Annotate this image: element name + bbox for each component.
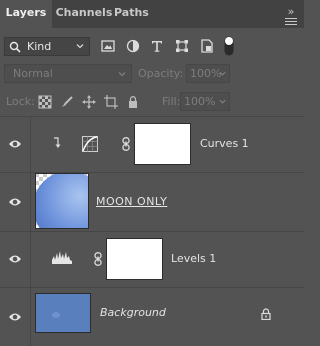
visibility-toggle[interactable] — [0, 173, 31, 231]
fill-value: 100% — [184, 95, 216, 108]
layer-mask-thumbnail[interactable] — [134, 123, 191, 165]
blend-mode-select[interactable]: Normal — [4, 64, 132, 83]
panel-tab-bar: Layers Channels Paths » — [0, 0, 304, 28]
lock-transparent-pixels-icon[interactable] — [38, 95, 52, 109]
layers-list: Curves 1 MOON ONLY Levels 1 Background — [0, 116, 304, 346]
adjustment-filter-icon[interactable] — [126, 39, 140, 53]
visibility-toggle[interactable] — [0, 117, 31, 172]
clipping-mask-arrow-icon — [54, 137, 61, 148]
curves-adjustment-icon — [82, 136, 98, 152]
layer-name[interactable]: Levels 1 — [171, 252, 216, 265]
image-filter-icon[interactable] — [101, 39, 115, 53]
eye-icon — [9, 255, 21, 263]
shape-filter-icon[interactable] — [175, 39, 189, 53]
lock-all-icon[interactable] — [126, 95, 140, 109]
layer-name[interactable]: Curves 1 — [200, 137, 249, 150]
type-filter-icon[interactable] — [150, 39, 164, 53]
tab-channels[interactable]: Channels — [54, 0, 114, 28]
opacity-label: Opacity: — [138, 67, 184, 80]
filter-toggle[interactable] — [224, 36, 234, 56]
opacity-field[interactable]: 100% — [186, 64, 230, 83]
layer-name[interactable]: MOON ONLY — [96, 195, 167, 208]
lock-label: Lock: — [6, 95, 35, 108]
layer-row-moon[interactable]: MOON ONLY — [0, 172, 304, 231]
mask-link-icon[interactable] — [94, 252, 102, 266]
layer-mask-thumbnail[interactable] — [106, 238, 163, 280]
chevron-down-icon — [76, 44, 84, 49]
filter-kind-select[interactable]: Kind — [4, 37, 90, 56]
panel-menu-icon[interactable] — [284, 18, 298, 26]
layer-row-background[interactable]: Background — [0, 287, 304, 346]
layer-thumbnail[interactable] — [35, 173, 89, 229]
layer-name[interactable]: Background — [100, 306, 166, 319]
lock-artboard-icon[interactable] — [104, 95, 118, 109]
fill-label: Fill: — [162, 95, 181, 108]
lock-icon[interactable] — [261, 308, 271, 320]
chevron-down-icon — [219, 99, 226, 104]
search-icon — [9, 41, 21, 53]
fill-field[interactable]: 100% — [180, 92, 230, 111]
panel-collapse-icon[interactable]: » — [284, 5, 298, 19]
lock-position-icon[interactable] — [82, 95, 96, 109]
tab-layers[interactable]: Layers — [0, 0, 52, 28]
chevron-down-icon — [219, 71, 226, 76]
blend-mode-value: Normal — [13, 67, 53, 80]
blend-row: Normal Opacity: 100% — [0, 64, 304, 86]
layer-filter-row: Kind — [0, 30, 304, 60]
eye-icon — [9, 198, 21, 206]
layers-panel: Layers Channels Paths » Kind Normal Opac… — [0, 0, 304, 346]
eye-icon — [9, 313, 21, 321]
mask-link-icon[interactable] — [122, 137, 130, 151]
layer-row-curves[interactable]: Curves 1 — [0, 116, 304, 172]
lock-row: Lock: Fill: 100% — [0, 92, 304, 114]
levels-adjustment-icon — [52, 251, 72, 264]
tab-paths[interactable]: Paths — [114, 0, 149, 28]
layer-thumbnail[interactable] — [35, 293, 91, 333]
chevron-down-icon — [118, 72, 126, 77]
eye-icon — [9, 140, 21, 148]
smart-object-filter-icon[interactable] — [200, 39, 214, 53]
filter-kind-label: Kind — [27, 40, 52, 53]
visibility-toggle[interactable] — [0, 232, 31, 287]
lock-image-pixels-icon[interactable] — [60, 95, 74, 109]
visibility-toggle[interactable] — [0, 288, 31, 346]
layer-row-levels[interactable]: Levels 1 — [0, 231, 304, 287]
opacity-value: 100% — [190, 67, 222, 80]
